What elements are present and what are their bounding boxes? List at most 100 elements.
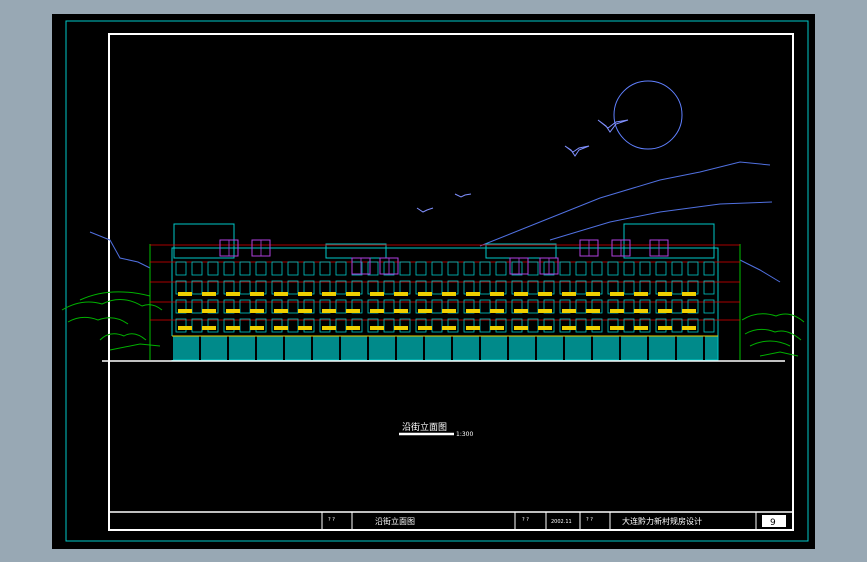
balcony bbox=[466, 309, 480, 313]
window bbox=[239, 280, 251, 295]
window bbox=[191, 280, 203, 295]
balcony bbox=[274, 326, 288, 330]
balcony bbox=[250, 292, 264, 296]
vegetation-right bbox=[741, 313, 805, 357]
window bbox=[447, 318, 459, 333]
window bbox=[687, 318, 699, 333]
title-block-cell-b: ? ? bbox=[522, 517, 529, 523]
mountain-lines bbox=[89, 161, 781, 283]
balcony bbox=[634, 292, 648, 296]
balcony bbox=[490, 326, 504, 330]
window bbox=[479, 318, 491, 333]
title-block-project: 大连黔力新村规房设计 bbox=[622, 516, 702, 526]
balcony bbox=[418, 309, 432, 313]
title-block-cell-c: ? ? bbox=[586, 517, 593, 523]
balcony bbox=[658, 309, 672, 313]
window bbox=[575, 261, 587, 276]
window bbox=[351, 318, 363, 333]
window bbox=[399, 318, 411, 333]
window bbox=[207, 261, 219, 276]
birds-icon bbox=[416, 119, 629, 213]
window bbox=[415, 318, 427, 333]
balcony bbox=[250, 326, 264, 330]
window bbox=[623, 261, 635, 276]
balcony bbox=[274, 292, 288, 296]
window bbox=[367, 318, 379, 333]
balcony bbox=[298, 309, 312, 313]
window bbox=[671, 318, 683, 333]
window bbox=[431, 318, 443, 333]
window bbox=[191, 318, 203, 333]
balcony bbox=[202, 309, 216, 313]
window bbox=[655, 318, 667, 333]
balcony bbox=[538, 292, 552, 296]
balcony bbox=[442, 292, 456, 296]
window bbox=[303, 261, 315, 276]
window bbox=[239, 261, 251, 276]
balcony bbox=[394, 292, 408, 296]
drawing-title: 沿街立面图 bbox=[402, 421, 447, 433]
window bbox=[431, 280, 443, 295]
balcony bbox=[370, 292, 384, 296]
balcony bbox=[418, 326, 432, 330]
window bbox=[479, 261, 491, 276]
balcony bbox=[490, 292, 504, 296]
balcony bbox=[586, 309, 600, 313]
window bbox=[671, 261, 683, 276]
balcony bbox=[418, 292, 432, 296]
balcony bbox=[466, 292, 480, 296]
balcony bbox=[322, 326, 336, 330]
balcony bbox=[346, 292, 360, 296]
window bbox=[223, 261, 235, 276]
window bbox=[559, 318, 571, 333]
roof-tower bbox=[325, 243, 387, 259]
window bbox=[703, 318, 715, 333]
window bbox=[607, 318, 619, 333]
window bbox=[527, 280, 539, 295]
balcony bbox=[634, 309, 648, 313]
window bbox=[543, 318, 555, 333]
window bbox=[623, 280, 635, 295]
window bbox=[351, 261, 363, 276]
window bbox=[591, 318, 603, 333]
balcony bbox=[322, 292, 336, 296]
window bbox=[319, 318, 331, 333]
window bbox=[703, 280, 715, 295]
window bbox=[671, 280, 683, 295]
window bbox=[703, 261, 715, 276]
balcony bbox=[346, 309, 360, 313]
window bbox=[527, 261, 539, 276]
window bbox=[511, 261, 523, 276]
window bbox=[639, 261, 651, 276]
title-block-drawing-name: 沿街立面图 bbox=[375, 516, 415, 526]
drawing-scale: 1:300 bbox=[456, 431, 473, 438]
balcony bbox=[514, 326, 528, 330]
roof-tower bbox=[623, 223, 715, 259]
balcony bbox=[226, 292, 240, 296]
window bbox=[399, 261, 411, 276]
title-block-date: 2002.11 bbox=[551, 519, 572, 525]
window bbox=[287, 261, 299, 276]
window bbox=[511, 318, 523, 333]
title-block-cell-a: ? ? bbox=[328, 517, 335, 523]
vegetation-left bbox=[61, 291, 163, 351]
balcony bbox=[562, 309, 576, 313]
balcony bbox=[202, 292, 216, 296]
window bbox=[191, 261, 203, 276]
window bbox=[527, 318, 539, 333]
balcony bbox=[202, 326, 216, 330]
window bbox=[559, 261, 571, 276]
window bbox=[575, 280, 587, 295]
window bbox=[639, 318, 651, 333]
balcony bbox=[538, 309, 552, 313]
window bbox=[271, 318, 283, 333]
window bbox=[415, 261, 427, 276]
window bbox=[175, 261, 187, 276]
balcony bbox=[298, 326, 312, 330]
balcony bbox=[490, 309, 504, 313]
window bbox=[655, 261, 667, 276]
balcony bbox=[610, 326, 624, 330]
window bbox=[239, 318, 251, 333]
balcony bbox=[682, 326, 696, 330]
window bbox=[287, 318, 299, 333]
